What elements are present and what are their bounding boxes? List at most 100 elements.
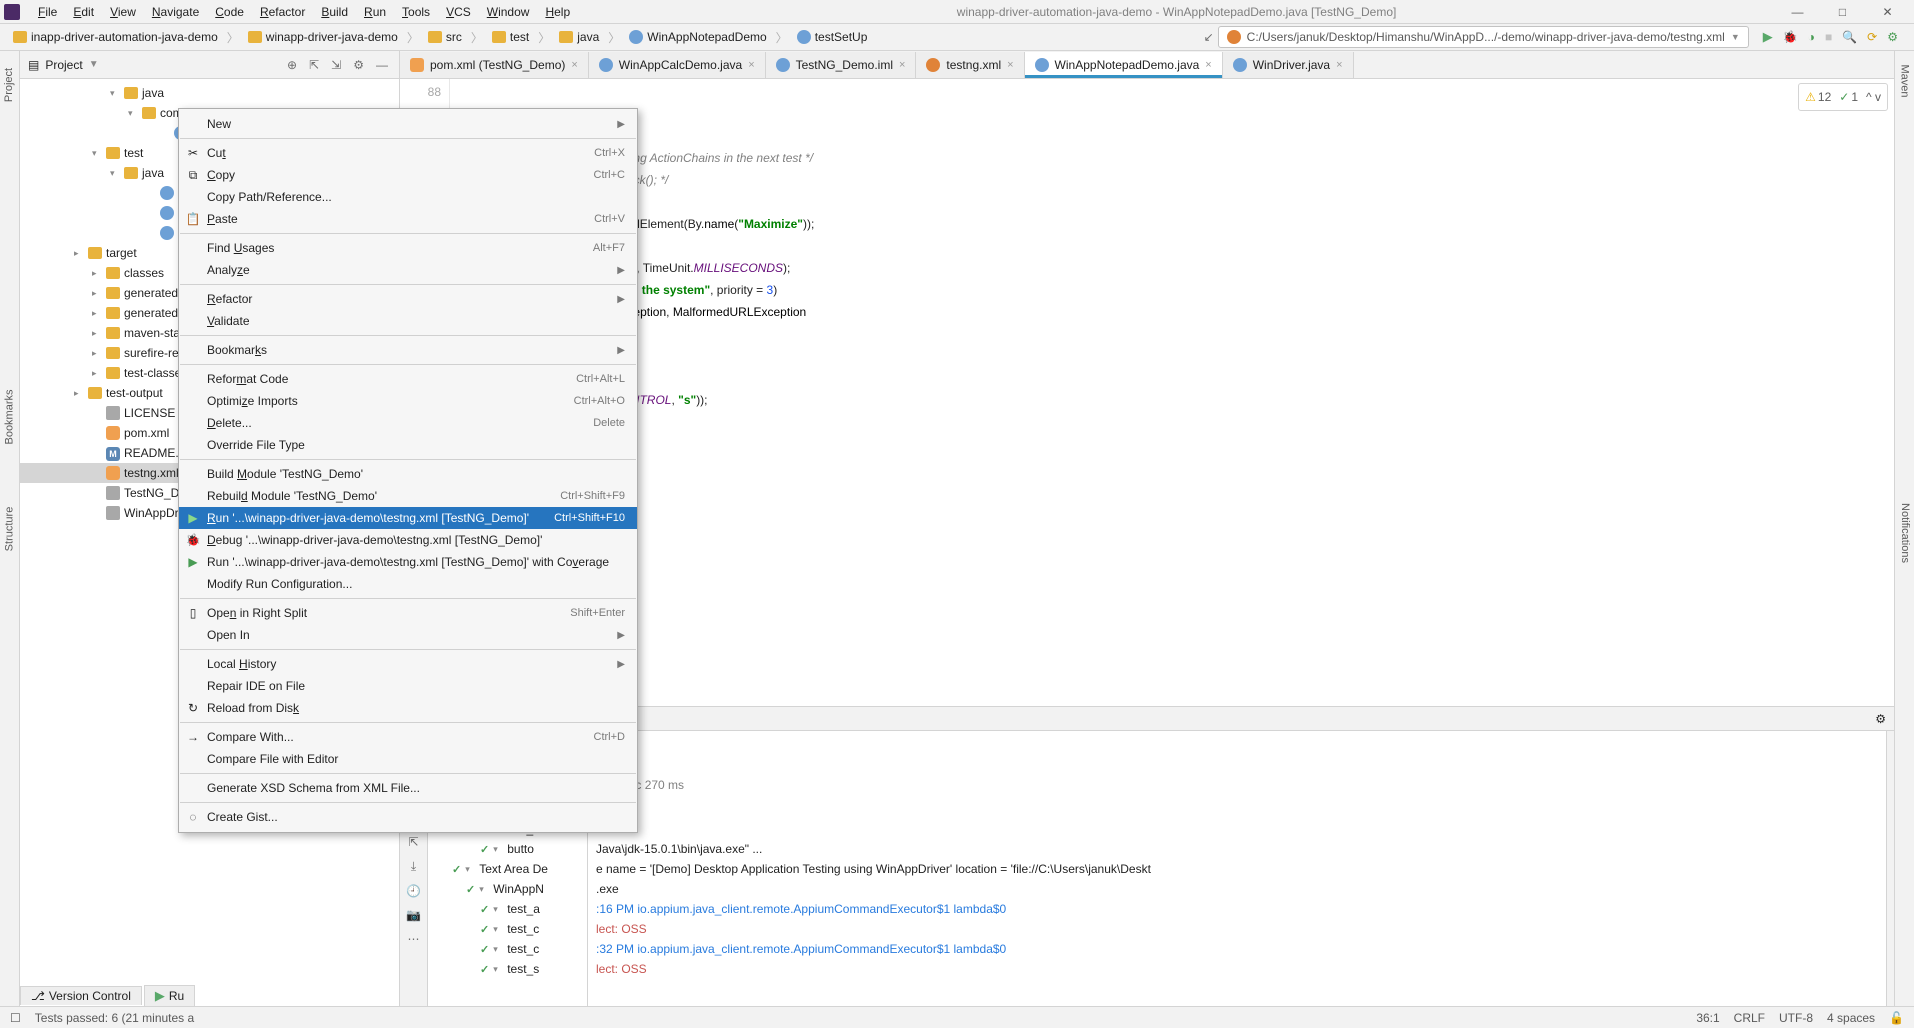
caret-position[interactable]: 36:1 [1696,1011,1719,1025]
readonly-icon[interactable]: 🔓 [1889,1011,1904,1025]
bottom-tool-tabs[interactable]: ⎇Version Control ▶Ru [20,984,195,1006]
context-menu-item[interactable]: Reformat CodeCtrl+Alt+L [179,368,637,390]
camera-icon[interactable]: 📷 [406,908,421,922]
close-button[interactable]: ✕ [1865,0,1910,24]
context-menu-item[interactable]: Find UsagesAlt+F7 [179,237,637,259]
test-tree-item[interactable]: ▾test_c [428,919,587,939]
line-separator[interactable]: CRLF [1734,1011,1765,1025]
context-menu-item[interactable]: ▶Run '...\winapp-driver-java-demo\testng… [179,507,637,529]
context-menu-item[interactable]: ◌Create Gist... [179,806,637,828]
context-menu[interactable]: New▶✂CutCtrl+X⧉CopyCtrl+CCopy Path/Refer… [178,108,638,833]
context-menu-item[interactable]: Build Module 'TestNG_Demo' [179,463,637,485]
menu-tools[interactable]: Tools [394,3,438,21]
menubar[interactable]: FileEditViewNavigateCodeRefactorBuildRun… [0,0,1914,24]
menu-window[interactable]: Window [479,3,538,21]
console-output[interactable]: – 39 sec 270 ms Java\jdk-15.0.1\bin\java… [588,731,1886,1006]
notifications-tool-button[interactable]: Notifications [1899,503,1911,563]
context-menu-item[interactable]: ⧉CopyCtrl+C [179,164,637,186]
test-tree-item[interactable]: ▾test_s [428,959,587,979]
gear-icon[interactable]: ⚙ [350,58,367,72]
close-tab-icon[interactable]: × [748,59,754,71]
menu-build[interactable]: Build [313,3,356,21]
expand-icon[interactable]: ⇱ [408,835,418,849]
menu-navigate[interactable]: Navigate [144,3,207,21]
structure-tool-button[interactable]: Structure [4,507,16,552]
context-menu-item[interactable]: Delete...Delete [179,412,637,434]
menu-edit[interactable]: Edit [65,3,102,21]
close-tab-icon[interactable]: × [571,59,577,71]
context-menu-item[interactable]: Analyze▶ [179,259,637,281]
close-tab-icon[interactable]: × [899,59,905,71]
editor-tab[interactable]: WinDriver.java× [1223,52,1354,78]
test-tree-item[interactable]: ▾test_c [428,939,587,959]
debug-button[interactable]: 🐞 [1783,30,1798,44]
maximize-button[interactable]: □ [1820,0,1865,24]
context-menu-item[interactable]: Validate [179,310,637,332]
context-menu-item[interactable]: Optimize ImportsCtrl+Alt+O [179,390,637,412]
context-menu-item[interactable]: Compare File with Editor [179,748,637,770]
editor-tab[interactable]: TestNG_Demo.iml× [766,52,917,78]
collapse-all-icon[interactable]: ⇲ [328,58,344,72]
test-tree-item[interactable]: ▾test_a [428,899,587,919]
context-menu-item[interactable]: Repair IDE on File [179,675,637,697]
encoding[interactable]: UTF-8 [1779,1011,1813,1025]
breadcrumb-item[interactable]: test [485,27,536,47]
coverage-button[interactable]: ◑ [1808,30,1815,44]
context-menu-item[interactable]: Bookmarks▶ [179,339,637,361]
context-menu-item[interactable]: Override File Type [179,434,637,456]
context-menu-item[interactable]: ▶Run '...\winapp-driver-java-demo\testng… [179,551,637,573]
maven-tool-button[interactable]: Maven [1899,64,1911,97]
inspection-widget[interactable]: 12 1 ^ v [1798,83,1888,111]
menu-file[interactable]: File [30,3,65,21]
project-tool-button[interactable]: Project [4,68,16,102]
run-config-selector[interactable]: C:/Users/januk/Desktop/Himanshu/WinAppD.… [1218,26,1749,48]
menu-vcs[interactable]: VCS [438,3,479,21]
run-tab[interactable]: ▶Ru [144,985,195,1006]
context-menu-item[interactable]: →Compare With...Ctrl+D [179,726,637,748]
breadcrumb-item[interactable]: WinAppNotepadDemo [622,27,773,47]
bookmarks-tool-button[interactable]: Bookmarks [4,389,16,444]
expand-all-icon[interactable]: ⇱ [306,58,322,72]
version-control-tab[interactable]: ⎇Version Control [20,986,142,1005]
editor-tab[interactable]: WinAppCalcDemo.java× [589,52,766,78]
menu-code[interactable]: Code [207,3,252,21]
context-menu-item[interactable]: Open In▶ [179,624,637,646]
gear-icon[interactable]: ⚙ [1875,712,1886,726]
editor-tab[interactable]: testng.xml× [916,52,1024,78]
close-tab-icon[interactable]: × [1205,59,1211,71]
context-menu-item[interactable]: Copy Path/Reference... [179,186,637,208]
gear-icon[interactable]: ⚙ [1887,30,1898,44]
context-menu-item[interactable]: Local History▶ [179,653,637,675]
menu-refactor[interactable]: Refactor [252,3,313,21]
context-menu-item[interactable]: 🐞Debug '...\winapp-driver-java-demo\test… [179,529,637,551]
test-tree-item[interactable]: ▾WinAppN [428,879,587,899]
locate-icon[interactable]: ⊕ [284,58,300,72]
close-tab-icon[interactable]: × [1336,59,1342,71]
nav-back-icon[interactable]: ↙ [1204,30,1214,44]
breadcrumb[interactable]: inapp-driver-automation-java-demo〉winapp… [6,26,874,48]
indent-info[interactable]: 4 spaces [1827,1011,1875,1025]
update-icon[interactable]: ⟳ [1867,30,1877,44]
history-icon[interactable]: 🕘 [406,884,421,898]
breadcrumb-item[interactable]: src [421,27,469,47]
context-menu-item[interactable]: ✂CutCtrl+X [179,142,637,164]
right-tool-strip[interactable]: Maven Notifications [1894,51,1914,1006]
context-menu-item[interactable]: Modify Run Configuration... [179,573,637,595]
more-icon[interactable]: ⋯ [408,932,420,946]
context-menu-item[interactable]: Refactor▶ [179,288,637,310]
test-tree-item[interactable]: ▾butto [428,839,587,859]
inspection-nav[interactable]: ^ v [1866,86,1881,108]
tree-item[interactable]: ▾java [20,83,399,103]
menu-view[interactable]: View [102,3,144,21]
test-tree-item[interactable]: ▾Text Area De [428,859,587,879]
context-menu-item[interactable]: ▯Open in Right SplitShift+Enter [179,602,637,624]
left-tool-strip[interactable]: Project Bookmarks Structure [0,51,20,1006]
search-icon[interactable]: 🔍 [1842,30,1857,44]
close-tab-icon[interactable]: × [1007,59,1013,71]
context-menu-item[interactable]: Generate XSD Schema from XML File... [179,777,637,799]
breadcrumb-item[interactable]: inapp-driver-automation-java-demo [6,27,225,47]
breadcrumb-item[interactable]: testSetUp [790,27,875,47]
context-menu-item[interactable]: ↻Reload from Disk [179,697,637,719]
editor-tab[interactable]: WinAppNotepadDemo.java× [1025,52,1223,78]
menu-run[interactable]: Run [356,3,394,21]
